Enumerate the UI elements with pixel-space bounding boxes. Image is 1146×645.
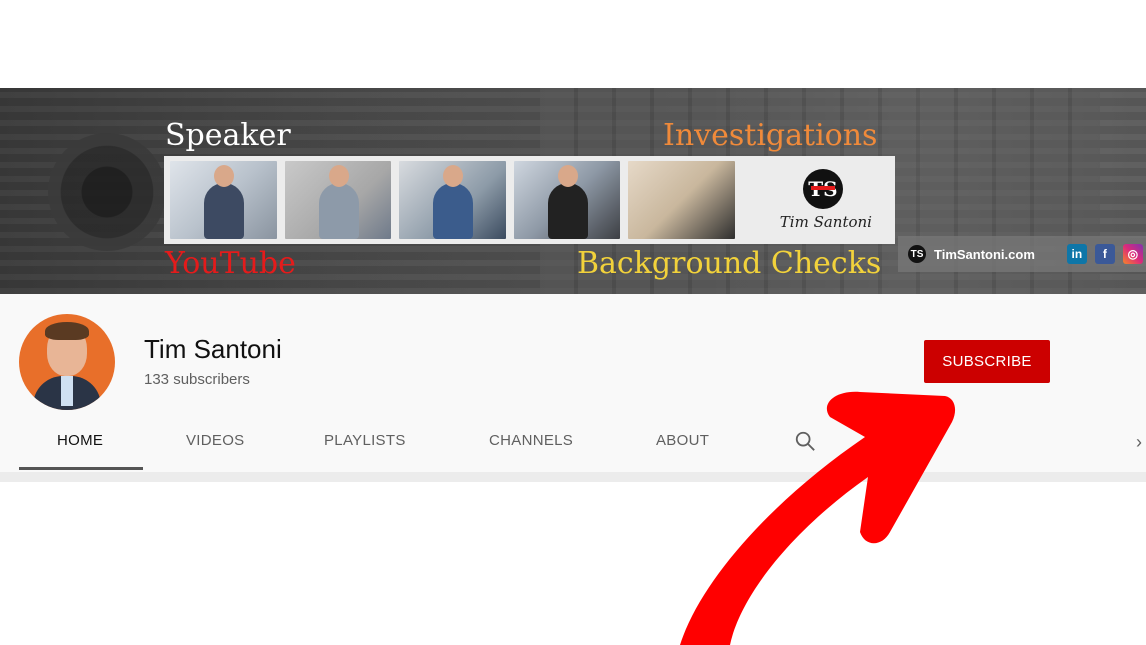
red-arrow-annotation — [680, 391, 956, 645]
facebook-icon[interactable]: f — [1094, 244, 1115, 264]
section-divider — [0, 472, 1146, 482]
tab-channels[interactable]: CHANNELS — [489, 432, 573, 449]
channel-tabs: HOME VIDEOS PLAYLISTS CHANNELS ABOUT › — [0, 420, 1146, 472]
banner-title-investigations: Investigations — [663, 118, 878, 153]
chevron-right-icon[interactable]: › — [1136, 432, 1142, 453]
banner-logo-name: Tim Santoni — [779, 213, 872, 231]
tab-home[interactable]: HOME — [57, 432, 103, 449]
instagram-icon[interactable]: ◎ — [1122, 244, 1143, 264]
channel-name: Tim Santoni — [144, 334, 282, 364]
banner-title-speaker: Speaker — [165, 118, 291, 153]
site-logo-icon: TS — [908, 245, 926, 263]
subscribe-button[interactable]: SUBSCRIBE — [924, 340, 1050, 383]
filming-photo — [399, 161, 506, 239]
banner-photo-strip: TS Tim Santoni — [164, 156, 895, 244]
channel-avatar[interactable] — [19, 314, 115, 410]
subscriber-count: 133 subscribers — [144, 371, 250, 388]
ts-logo-icon: TS — [802, 169, 843, 209]
equipment-photo — [628, 161, 735, 239]
banner-title-background-checks: Background Checks — [577, 246, 882, 281]
banner-title-youtube: YouTube — [165, 246, 296, 281]
banner-logo: TS Tim Santoni — [751, 161, 889, 239]
presentation-photo — [513, 161, 621, 239]
banner-links: TS TimSantoni.com in f ◎ — [898, 236, 1146, 272]
channel-header: Tim Santoni 133 subscribers SUBSCRIBE HO… — [0, 294, 1146, 472]
camera-lens-image — [48, 133, 166, 251]
website-link[interactable]: TimSantoni.com — [934, 247, 1035, 262]
tab-playlists[interactable]: PLAYLISTS — [324, 432, 406, 449]
youtube-photo — [284, 161, 392, 239]
active-tab-indicator — [19, 467, 143, 470]
linkedin-icon[interactable]: in — [1066, 244, 1087, 264]
speaker-photo — [170, 161, 277, 239]
channel-banner: Speaker Investigations TS Tim Santoni Yo… — [0, 88, 1146, 294]
tab-videos[interactable]: VIDEOS — [186, 432, 244, 449]
